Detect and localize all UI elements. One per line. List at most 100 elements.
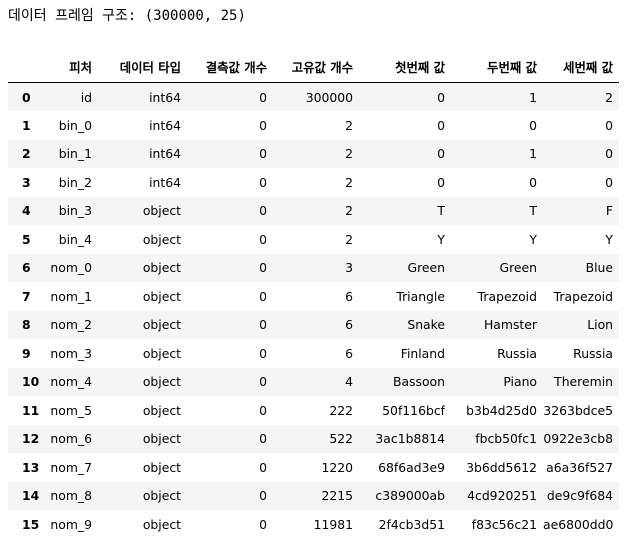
- second-value-cell: Hamster: [483, 317, 537, 333]
- table-row: 9 nom_3 object 0 6 Finland Russia Russia: [8, 339, 619, 368]
- third-value-cell: Y: [605, 231, 613, 247]
- first-value-cell: 2f4cb3d51: [378, 516, 445, 532]
- third-value-cell: a6a36f527: [546, 459, 613, 475]
- unique-count-cell: 11981: [313, 516, 353, 532]
- feature-cell: id: [80, 89, 92, 105]
- unique-count-cell: 300000: [305, 89, 353, 105]
- missing-count-cell: 0: [259, 260, 267, 276]
- feature-cell: nom_1: [50, 288, 92, 304]
- unique-count-cell: 2: [345, 117, 353, 133]
- missing-count-cell: 0: [259, 488, 267, 504]
- third-value-cell: Blue: [585, 260, 613, 276]
- missing-count-column-header: 결측값 개수: [187, 52, 273, 83]
- third-value-cell: Lion: [587, 317, 613, 333]
- row-index: 10: [22, 374, 40, 390]
- unique-count-cell: 6: [345, 317, 353, 333]
- first-value-cell: 0: [437, 117, 445, 133]
- third-value-column-header: 세번째 값: [543, 52, 619, 83]
- row-index: 8: [22, 317, 31, 333]
- dtype-cell: object: [142, 345, 181, 361]
- third-value-cell: F: [605, 203, 613, 219]
- unique-count-cell: 2: [345, 231, 353, 247]
- table-row: 6 nom_0 object 0 3 Green Green Blue: [8, 253, 619, 282]
- second-value-cell: Russia: [497, 345, 537, 361]
- third-value-cell: 0: [605, 146, 613, 162]
- first-value-cell: 50f116bcf: [382, 402, 445, 418]
- missing-count-cell: 0: [259, 431, 267, 447]
- row-index: 11: [22, 402, 40, 418]
- unique-count-cell: 2: [345, 203, 353, 219]
- row-index: 3: [22, 174, 31, 190]
- dtype-cell: object: [142, 459, 181, 475]
- second-value-cell: 0: [529, 117, 537, 133]
- first-value-cell: Finland: [400, 345, 445, 361]
- dtype-cell: int64: [149, 89, 181, 105]
- feature-cell: nom_3: [50, 345, 92, 361]
- third-value-cell: 0: [605, 174, 613, 190]
- table-row: 11 nom_5 object 0 222 50f116bcf b3b4d25d0 3263b…: [8, 396, 619, 425]
- unique-count-cell: 6: [345, 288, 353, 304]
- first-value-cell: 0: [437, 174, 445, 190]
- table-row: 4 bin_3 object 0 2 T T F: [8, 196, 619, 225]
- second-value-cell: Green: [499, 260, 537, 276]
- third-value-cell: Russia: [573, 345, 613, 361]
- second-value-cell: 1: [529, 89, 537, 105]
- second-value-cell: 0: [529, 174, 537, 190]
- row-index: 4: [22, 203, 31, 219]
- unique-count-column-header: 고유값 개수: [273, 52, 359, 83]
- second-value-cell: b3b4d25d0: [466, 402, 537, 418]
- dataframe-output: 피처 데이터 타입 결측값 개수 고유값 개수 첫번째 값 두번째 값 세번째 값 0 id i…: [8, 52, 619, 539]
- table-row: 3 bin_2 int64 0 2 0 0 0: [8, 168, 619, 197]
- unique-count-cell: 4: [345, 374, 353, 390]
- table-row: 15 nom_9 object 0 11981 2f4cb3d51 f83c56c21 ae6…: [8, 510, 619, 539]
- dtype-cell: int64: [149, 117, 181, 133]
- second-value-cell: T: [529, 203, 537, 219]
- first-value-cell: 0: [437, 146, 445, 162]
- table-row: 2 bin_1 int64 0 2 0 1 0: [8, 139, 619, 168]
- first-value-cell: Triangle: [396, 288, 445, 304]
- feature-cell: nom_9: [50, 516, 92, 532]
- dtype-cell: object: [142, 231, 181, 247]
- first-value-column-header: 첫번째 값: [359, 52, 451, 83]
- row-index: 12: [22, 431, 40, 447]
- third-value-cell: 3263bdce5: [543, 402, 613, 418]
- dataframe-table: 피처 데이터 타입 결측값 개수 고유값 개수 첫번째 값 두번째 값 세번째 값 0 id i…: [8, 52, 619, 539]
- feature-column-header: 피처: [48, 52, 98, 83]
- table-row: 7 nom_1 object 0 6 Triangle Trapezoid Trapezoid: [8, 282, 619, 311]
- unique-count-cell: 222: [329, 402, 353, 418]
- feature-cell: nom_2: [50, 317, 92, 333]
- missing-count-cell: 0: [259, 146, 267, 162]
- missing-count-cell: 0: [259, 459, 267, 475]
- first-value-cell: Snake: [407, 317, 445, 333]
- feature-cell: bin_1: [58, 146, 92, 162]
- table-row: 5 bin_4 object 0 2 Y Y Y: [8, 225, 619, 254]
- third-value-cell: Theremin: [554, 374, 613, 390]
- feature-cell: nom_6: [50, 431, 92, 447]
- missing-count-cell: 0: [259, 203, 267, 219]
- second-value-cell: Piano: [503, 374, 537, 390]
- third-value-cell: 2: [605, 89, 613, 105]
- table-header: 피처 데이터 타입 결측값 개수 고유값 개수 첫번째 값 두번째 값 세번째 값: [8, 52, 619, 83]
- first-value-cell: Bassoon: [392, 374, 445, 390]
- table-row: 0 id int64 0 300000 0 1 2: [8, 82, 619, 111]
- unique-count-cell: 2: [345, 174, 353, 190]
- missing-count-cell: 0: [259, 89, 267, 105]
- row-index: 7: [22, 288, 31, 304]
- row-index: 1: [22, 117, 31, 133]
- table-row: 8 nom_2 object 0 6 Snake Hamster Lion: [8, 310, 619, 339]
- second-value-cell: Trapezoid: [477, 288, 537, 304]
- unique-count-cell: 3: [345, 260, 353, 276]
- row-index: 5: [22, 231, 31, 247]
- row-index: 13: [22, 459, 40, 475]
- dtype-cell: object: [142, 288, 181, 304]
- second-value-cell: fbcb50fc1: [475, 431, 537, 447]
- row-index: 0: [22, 89, 31, 105]
- unique-count-cell: 522: [329, 431, 353, 447]
- missing-count-cell: 0: [259, 374, 267, 390]
- feature-cell: nom_7: [50, 459, 92, 475]
- feature-cell: nom_5: [50, 402, 92, 418]
- third-value-cell: 0: [605, 117, 613, 133]
- row-index: 6: [22, 260, 31, 276]
- first-value-cell: 68f6ad3e9: [378, 459, 445, 475]
- missing-count-cell: 0: [259, 402, 267, 418]
